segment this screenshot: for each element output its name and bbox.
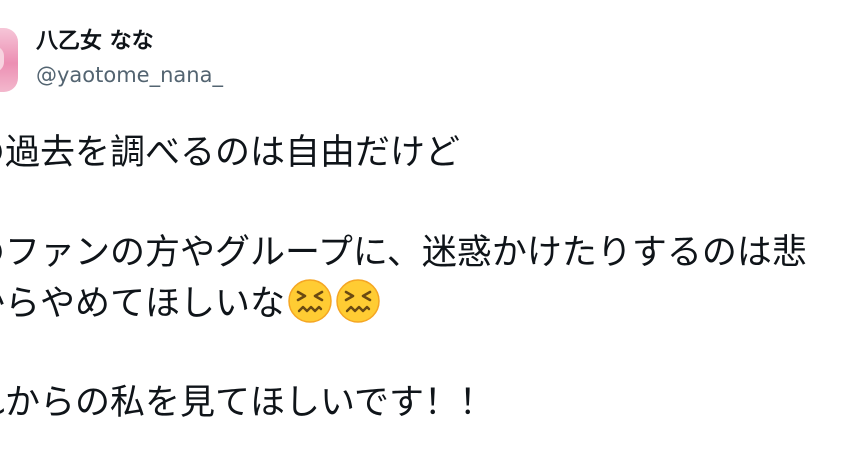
tweet-line-with-emoji: からやめてほしいな xyxy=(0,278,850,328)
confounded-face-icon xyxy=(335,278,381,324)
tweet-text: の過去を調べるのは自由だけど のファンの方やグループに、迷惑かけたりするのは悲 … xyxy=(0,128,850,428)
tweet-line-text: からやめてほしいな xyxy=(0,284,286,324)
confounded-face-icon xyxy=(287,278,333,324)
username-handle[interactable]: @yaotome_nana_ xyxy=(36,62,223,88)
tweet-line: れからの私を見てほしいです！！ xyxy=(0,383,494,423)
avatar[interactable] xyxy=(0,28,18,92)
tweet-line: の過去を調べるのは自由だけど xyxy=(0,133,461,173)
tweet-line: のファンの方やグループに、迷惑かけたりするのは悲 xyxy=(0,233,807,273)
display-name[interactable]: 八乙女 なな xyxy=(36,28,154,56)
